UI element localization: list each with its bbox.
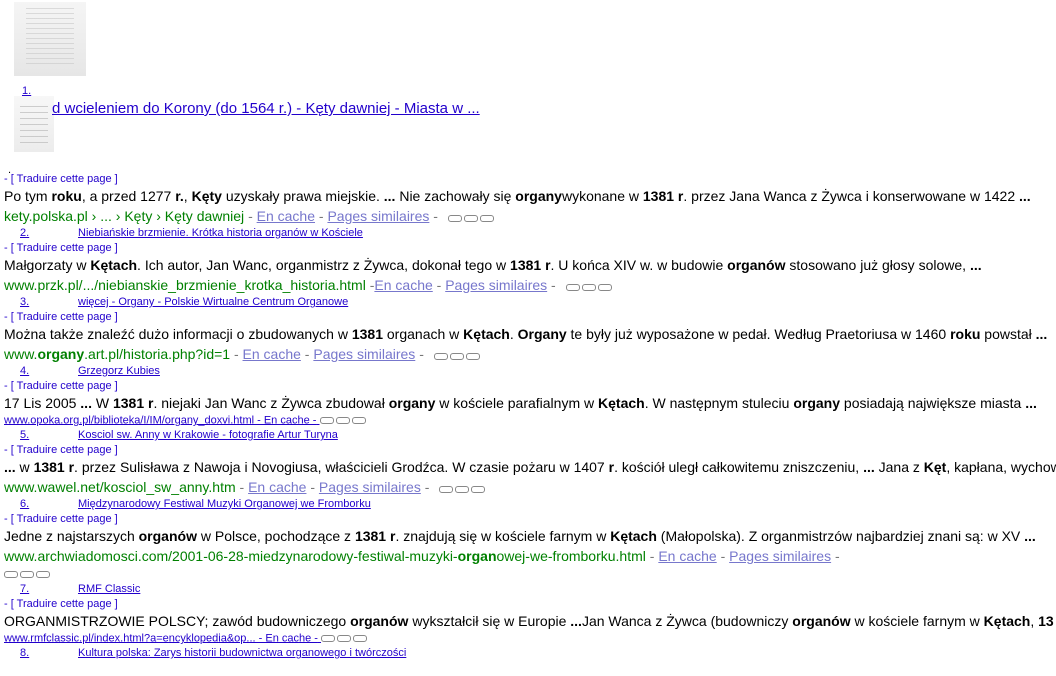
cache-link[interactable]: En cache bbox=[257, 208, 315, 224]
result-title[interactable]: 7. RMF Classic bbox=[4, 582, 1056, 597]
result-title[interactable]: 8. Kultura polska: Zarys historii budowni… bbox=[4, 646, 1056, 661]
url-text[interactable]: www.wawel.net/kosciol_sw_anny.htm bbox=[4, 479, 236, 495]
rating-icons-row bbox=[4, 566, 1056, 582]
cache-link[interactable]: En cache bbox=[374, 277, 432, 293]
url-text[interactable]: www.archwiadomosci.com/2001-06-28-miedzy… bbox=[4, 548, 646, 564]
result-title[interactable]: 5. Kosciol sw. Anny w Krakowie - fotograf… bbox=[4, 428, 1056, 443]
result-url: www.organy.art.pl/historia.php?id=1 - En… bbox=[4, 344, 1056, 364]
cache-link[interactable]: En cache bbox=[658, 548, 716, 564]
translate-link[interactable]: - [ Traduire cette page ] bbox=[4, 310, 1056, 325]
rating-icons[interactable] bbox=[321, 631, 369, 646]
url-text[interactable]: www.rmfclassic.pl/index.html?a=encyklope… bbox=[4, 632, 318, 644]
top-links bbox=[620, 0, 760, 4]
result-title[interactable]: 4. Grzegorz Kubies bbox=[4, 364, 1056, 379]
result-title[interactable]: 2. Niebiańskie brzmienie. Krótka historia… bbox=[4, 226, 1056, 241]
translate-link[interactable]: - [ Traduire cette page ] bbox=[4, 172, 1056, 187]
rating-icons[interactable] bbox=[447, 207, 496, 226]
result-snippet: ORGANMISTRZOWIE POLSCY; zawód budownicze… bbox=[4, 613, 1054, 629]
search-results: - [ Traduire cette page ] Po tym roku, a… bbox=[4, 172, 1056, 661]
translate-link[interactable]: - [ Traduire cette page ] bbox=[4, 597, 1056, 612]
url-text[interactable]: www.organy.art.pl/historia.php?id=1 bbox=[4, 346, 230, 362]
result-url: www.opoka.org.pl/biblioteka/I/IM/organy_… bbox=[4, 413, 1056, 428]
result-snippet: 17 Lis 2005 ... W 1381 r. niejaki Jan Wa… bbox=[4, 395, 1037, 411]
translate-link[interactable]: - [ Traduire cette page ] bbox=[4, 512, 1056, 527]
book-thumbnail-image[interactable] bbox=[14, 96, 54, 152]
result-title-link[interactable]: d wcieleniem do Korony (do 1564 r.) - Kę… bbox=[52, 100, 480, 117]
url-text[interactable]: kety.polska.pl › ... › Kęty › Kęty dawni… bbox=[4, 208, 244, 224]
url-text[interactable]: www.opoka.org.pl/biblioteka/I/IM/organy_… bbox=[4, 414, 316, 426]
similar-pages-link[interactable]: Pages similaires bbox=[313, 346, 415, 362]
translate-link[interactable]: - [ Traduire cette page ] bbox=[4, 379, 1056, 394]
result-snippet: Można także znaleźć dużo informacji o zb… bbox=[4, 326, 1048, 342]
result-url: www.wawel.net/kosciol_sw_anny.htm - En c… bbox=[4, 477, 1056, 497]
result-snippet: ... w 1381 r. przez Sulisława z Nawoja i… bbox=[4, 459, 1056, 475]
result-url: www.archwiadomosci.com/2001-06-28-miedzy… bbox=[4, 548, 840, 564]
translate-link[interactable]: - [ Traduire cette page ] bbox=[4, 443, 1056, 458]
rating-icons[interactable] bbox=[319, 413, 368, 428]
result-snippet: Po tym roku, a przed 1277 r., Kęty uzysk… bbox=[4, 188, 1031, 204]
book-thumbnail-image[interactable] bbox=[14, 2, 86, 76]
cache-link[interactable]: En cache bbox=[248, 479, 306, 495]
result-snippet: Jedne z najstarszych organów w Polsce, p… bbox=[4, 528, 1036, 544]
similar-pages-link[interactable]: Pages similaires bbox=[327, 208, 429, 224]
translate-link[interactable]: - [ Traduire cette page ] bbox=[4, 241, 1056, 256]
similar-pages-link[interactable]: Pages similaires bbox=[729, 548, 831, 564]
result-url: www.przk.pl/.../niebianskie_brzmienie_kr… bbox=[4, 275, 1056, 295]
similar-pages-link[interactable]: Pages similaires bbox=[319, 479, 421, 495]
result-title[interactable]: 3. więcej - Organy - Polskie Wirtualne Ce… bbox=[4, 295, 1056, 310]
result-url: kety.polska.pl › ... › Kęty › Kęty dawni… bbox=[4, 206, 1056, 226]
rating-icons[interactable] bbox=[433, 345, 482, 364]
similar-pages-link[interactable]: Pages similaires bbox=[445, 277, 547, 293]
rating-icons[interactable] bbox=[439, 478, 487, 497]
rating-icons[interactable] bbox=[565, 276, 614, 295]
url-text[interactable]: www.przk.pl/.../niebianskie_brzmienie_kr… bbox=[4, 277, 366, 293]
cache-link[interactable]: En cache bbox=[243, 346, 301, 362]
result-url: www.rmfclassic.pl/index.html?a=encyklope… bbox=[4, 631, 1056, 646]
result-title[interactable]: 6. Międzynarodowy Festiwal Muzyki Organow… bbox=[4, 497, 1056, 512]
result-snippet: Małgorzaty w Kętach. Ich autor, Jan Wanc… bbox=[4, 257, 982, 273]
result-number[interactable]: 1. bbox=[22, 85, 82, 97]
